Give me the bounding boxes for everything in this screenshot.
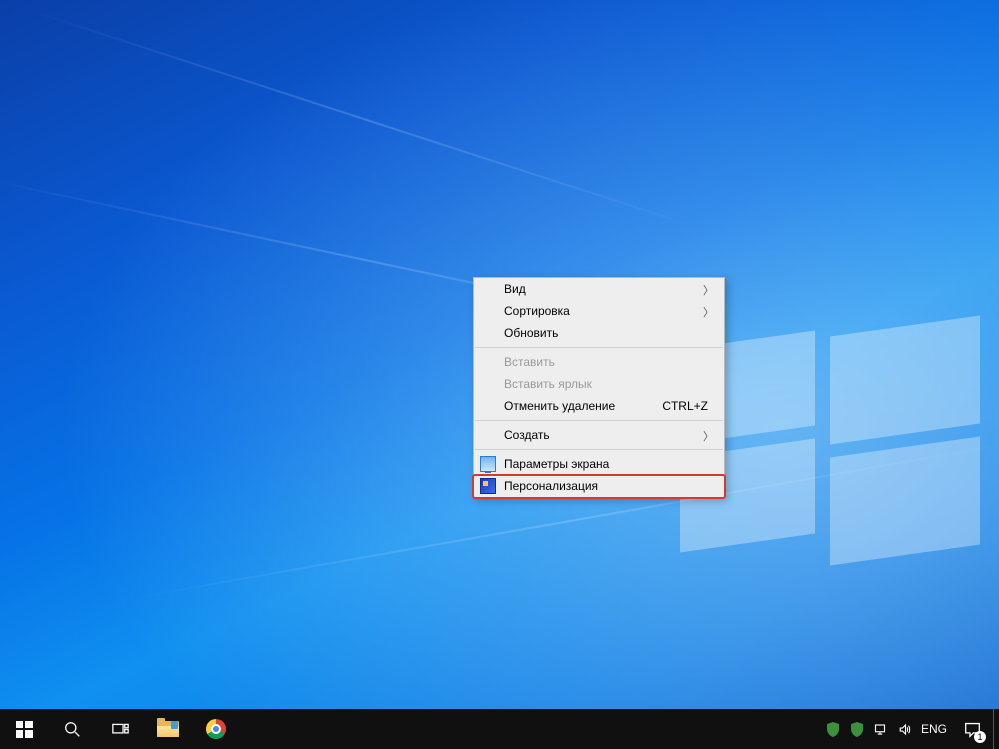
menu-separator <box>475 449 723 450</box>
menu-item-shortcut: CTRL+Z <box>662 399 708 413</box>
context-menu-item-display-settings[interactable]: Параметры экрана <box>474 453 724 475</box>
show-desktop-button[interactable] <box>993 709 999 749</box>
menu-item-label: Вставить ярлык <box>504 377 592 391</box>
language-indicator[interactable]: ENG <box>917 709 951 749</box>
security-shield-icon-2[interactable] <box>845 709 869 749</box>
context-menu-item-undo-delete[interactable]: Отменить удаление CTRL+Z <box>474 395 724 417</box>
start-button[interactable] <box>0 709 48 749</box>
windows-start-icon <box>16 721 33 738</box>
personalize-icon <box>480 478 496 494</box>
menu-item-label: Вид <box>504 282 526 296</box>
context-menu-item-sort[interactable]: Сортировка 〉 <box>474 300 724 322</box>
task-view-button[interactable] <box>96 709 144 749</box>
wallpaper-streak <box>27 9 712 233</box>
chrome-icon <box>206 719 226 739</box>
menu-separator <box>475 420 723 421</box>
menu-item-label: Сортировка <box>504 304 570 318</box>
menu-item-label: Отменить удаление <box>504 399 615 413</box>
folder-icon <box>157 721 179 737</box>
menu-item-label: Персонализация <box>504 479 598 493</box>
menu-item-label: Создать <box>504 428 550 442</box>
language-label: ENG <box>921 722 947 736</box>
windows-logo-backdrop <box>680 340 980 560</box>
taskbar-left <box>0 709 240 749</box>
chrome-button[interactable] <box>192 709 240 749</box>
menu-separator <box>475 347 723 348</box>
context-menu-item-new[interactable]: Создать 〉 <box>474 424 724 446</box>
file-explorer-button[interactable] <box>144 709 192 749</box>
security-shield-icon-1[interactable] <box>821 709 845 749</box>
menu-item-label: Параметры экрана <box>504 457 609 471</box>
context-menu-item-paste: Вставить <box>474 351 724 373</box>
menu-item-label: Вставить <box>504 355 555 369</box>
context-menu-item-paste-shortcut: Вставить ярлык <box>474 373 724 395</box>
chevron-right-icon: 〉 <box>703 282 714 298</box>
volume-icon[interactable] <box>893 709 917 749</box>
chevron-right-icon: 〉 <box>703 304 714 320</box>
desktop-context-menu: Вид 〉 Сортировка 〉 Обновить Вставить Вст… <box>473 277 725 498</box>
action-center-button[interactable]: 1 <box>951 709 993 749</box>
taskbar: ENG 1 <box>0 709 999 749</box>
search-button[interactable] <box>48 709 96 749</box>
menu-item-label: Обновить <box>504 326 558 340</box>
context-menu-item-view[interactable]: Вид 〉 <box>474 278 724 300</box>
task-view-icon <box>112 721 129 738</box>
network-icon[interactable] <box>869 709 893 749</box>
taskbar-right: ENG 1 <box>821 709 999 749</box>
display-icon <box>480 456 496 472</box>
notification-badge: 1 <box>974 731 986 743</box>
context-menu-item-personalize[interactable]: Персонализация <box>474 475 724 497</box>
context-menu-item-refresh[interactable]: Обновить <box>474 322 724 344</box>
search-icon <box>64 721 81 738</box>
chevron-right-icon: 〉 <box>703 428 714 444</box>
